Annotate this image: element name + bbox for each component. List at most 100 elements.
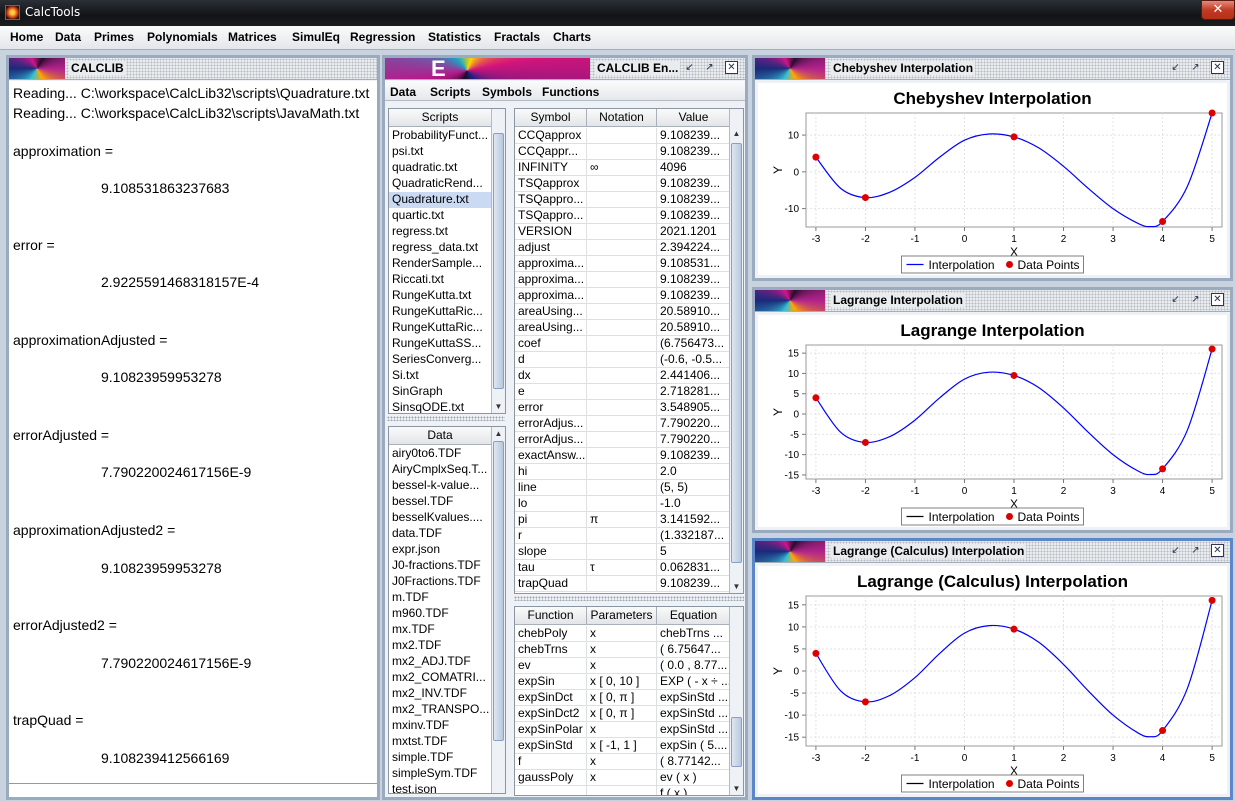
script-list-item[interactable]: SinGraph [389, 384, 491, 400]
functions-scrollbar[interactable]: ▼ [729, 607, 743, 795]
scripts-scrollbar[interactable]: ▼ [491, 109, 505, 413]
scroll-up-icon[interactable]: ▲ [492, 427, 505, 440]
data-file-item[interactable]: bessel.TDF [389, 494, 491, 510]
data-file-item[interactable]: J0Fractions.TDF [389, 574, 491, 590]
menu-statistics[interactable]: Statistics [428, 30, 481, 44]
window-title-bar[interactable]: CalcTools ✕ [0, 0, 1235, 26]
script-list-item[interactable]: SinsqODE.txt [389, 400, 491, 413]
symbol-row[interactable]: pi π 3.141592... [515, 512, 731, 528]
scroll-thumb[interactable] [731, 143, 742, 563]
function-row[interactable]: ev x( 0.0 , 8.77... [515, 658, 731, 674]
col-function[interactable]: Function [515, 607, 587, 625]
maximize-icon[interactable]: ↗ [1189, 293, 1202, 306]
data-file-item[interactable]: mx2.TDF [389, 638, 491, 654]
close-icon[interactable]: ✕ [725, 61, 738, 74]
scroll-thumb[interactable] [731, 717, 742, 767]
symbol-row[interactable]: r (1.332187... [515, 528, 731, 544]
col-equation[interactable]: Equation [657, 607, 731, 625]
function-row[interactable]: f x( 8.77142... [515, 754, 731, 770]
restore-icon[interactable]: ↙ [683, 61, 696, 74]
chart-plot-area[interactable]: Lagrange Interpolation -3 -2 -1 0 1 2 3 4 5 -15 -10… [758, 315, 1227, 527]
data-file-item[interactable]: mx2_TRANSPO... [389, 702, 491, 718]
environment-title-bar[interactable]: E CALCLIB En... ↙ ↗ ✕ [385, 56, 745, 81]
function-row[interactable]: chebTrns x( 6.75647... [515, 642, 731, 658]
col-value[interactable]: Value [657, 109, 731, 127]
symbol-row[interactable]: line (5, 5) [515, 480, 731, 496]
data-file-item[interactable]: test.json [389, 782, 491, 793]
symbol-row[interactable]: slope 5 [515, 544, 731, 560]
window-close-button[interactable]: ✕ [1201, 0, 1235, 20]
menu-simuleq[interactable]: SimulEq [292, 30, 340, 44]
script-list-item[interactable]: regress.txt [389, 224, 491, 240]
data-file-item[interactable]: mx2_INV.TDF [389, 686, 491, 702]
symbol-row[interactable]: tau τ 0.062831... [515, 560, 731, 576]
symbol-row[interactable]: VERSION 2021.1201 [515, 224, 731, 240]
symbols-table[interactable]: Symbol Notation Value CCQapprox 9.108239.… [514, 108, 744, 594]
symbol-row[interactable]: approxima... 9.108239... [515, 272, 731, 288]
data-file-item[interactable]: data.TDF [389, 526, 491, 542]
data-file-item[interactable]: J0-fractions.TDF [389, 558, 491, 574]
symbol-row[interactable]: e 2.718281... [515, 384, 731, 400]
symbol-row[interactable]: CCQappr... 9.108239... [515, 144, 731, 160]
script-list-item[interactable]: ProbabilityFunct... [389, 128, 491, 144]
col-parameters[interactable]: Parameters [587, 607, 657, 625]
data-file-item[interactable]: simple.TDF [389, 750, 491, 766]
menu-data[interactable]: Data [55, 30, 81, 44]
data-file-item[interactable]: mxinv.TDF [389, 718, 491, 734]
console-output[interactable]: Reading... C:\workspace\CalcLib32\script… [9, 81, 377, 783]
symbol-row[interactable]: lo -1.0 [515, 496, 731, 512]
splitter-handle[interactable] [514, 596, 744, 601]
env-menu-symbols[interactable]: Symbols [482, 85, 532, 99]
chart-title-bar[interactable]: Lagrange (Calculus) Interpolation ↙ ↗ ✕ [755, 541, 1230, 563]
symbol-row[interactable]: d (-0.6, -0.5... [515, 352, 731, 368]
function-row[interactable]: chebPoly x chebTrns ... [515, 626, 731, 642]
symbol-row[interactable]: coef (6.756473... [515, 336, 731, 352]
env-menu-scripts[interactable]: Scripts [430, 85, 471, 99]
maximize-icon[interactable]: ↗ [1189, 544, 1202, 557]
symbol-row[interactable]: errorAdjus... 7.790220... [515, 432, 731, 448]
restore-icon[interactable]: ↙ [1169, 544, 1182, 557]
restore-icon[interactable]: ↙ [1169, 293, 1182, 306]
menu-matrices[interactable]: Matrices [228, 30, 277, 44]
symbol-row[interactable]: exactAnsw... 9.108239... [515, 448, 731, 464]
maximize-icon[interactable]: ↗ [703, 61, 716, 74]
script-list-item[interactable]: RungeKutta.txt [389, 288, 491, 304]
script-list-item[interactable]: quartic.txt [389, 208, 491, 224]
data-file-item[interactable]: AiryCmplxSeq.T... [389, 462, 491, 478]
data-file-item[interactable]: m960.TDF [389, 606, 491, 622]
data-file-item[interactable]: mx.TDF [389, 622, 491, 638]
symbol-row[interactable]: TSQappro... 9.108239... [515, 208, 731, 224]
scripts-list[interactable]: Scripts ProbabilityFunct... psi.txt quadra… [388, 108, 506, 414]
data-file-item[interactable]: expr.json [389, 542, 491, 558]
menu-primes[interactable]: Primes [94, 30, 134, 44]
restore-icon[interactable]: ↙ [1169, 61, 1182, 74]
function-row[interactable]: expSin x [ 0, 10 ] EXP ( - x ÷ ... [515, 674, 731, 690]
script-list-item[interactable]: regress_data.txt [389, 240, 491, 256]
script-list-item[interactable]: Quadrature.txt [389, 192, 491, 208]
script-list-item[interactable]: QuadraticRend... [389, 176, 491, 192]
script-list-item[interactable]: psi.txt [389, 144, 491, 160]
script-list-item[interactable]: Si.txt [389, 368, 491, 384]
script-list-item[interactable]: RungeKuttaRic... [389, 320, 491, 336]
close-icon[interactable]: ✕ [1211, 544, 1224, 557]
console-input[interactable] [9, 783, 377, 797]
symbol-row[interactable]: hi 2.0 [515, 464, 731, 480]
col-symbol[interactable]: Symbol [515, 109, 587, 127]
functions-table[interactable]: Function Parameters Equation chebPoly x ch… [514, 606, 744, 796]
symbols-scrollbar[interactable]: ▲ ▼ [729, 109, 743, 593]
function-row[interactable]: f ( x ) [515, 786, 731, 795]
data-file-item[interactable]: besselKvalues.... [389, 510, 491, 526]
script-list-item[interactable]: quadratic.txt [389, 160, 491, 176]
script-list-item[interactable]: SeriesConverg... [389, 352, 491, 368]
data-file-item[interactable]: simpleSym.TDF [389, 766, 491, 782]
close-icon[interactable]: ✕ [1211, 61, 1224, 74]
menu-regression[interactable]: Regression [350, 30, 415, 44]
symbol-row[interactable]: errorAdjus... 7.790220... [515, 416, 731, 432]
symbol-row[interactable]: areaUsing... 20.58910... [515, 304, 731, 320]
close-icon[interactable]: ✕ [1211, 293, 1224, 306]
env-menu-data[interactable]: Data [390, 85, 416, 99]
function-row[interactable]: expSinDct2 x [ 0, π ] expSinStd ... [515, 706, 731, 722]
data-file-item[interactable]: mx2_ADJ.TDF [389, 654, 491, 670]
splitter-handle[interactable] [387, 416, 505, 421]
script-list-item[interactable]: RenderSample... [389, 256, 491, 272]
